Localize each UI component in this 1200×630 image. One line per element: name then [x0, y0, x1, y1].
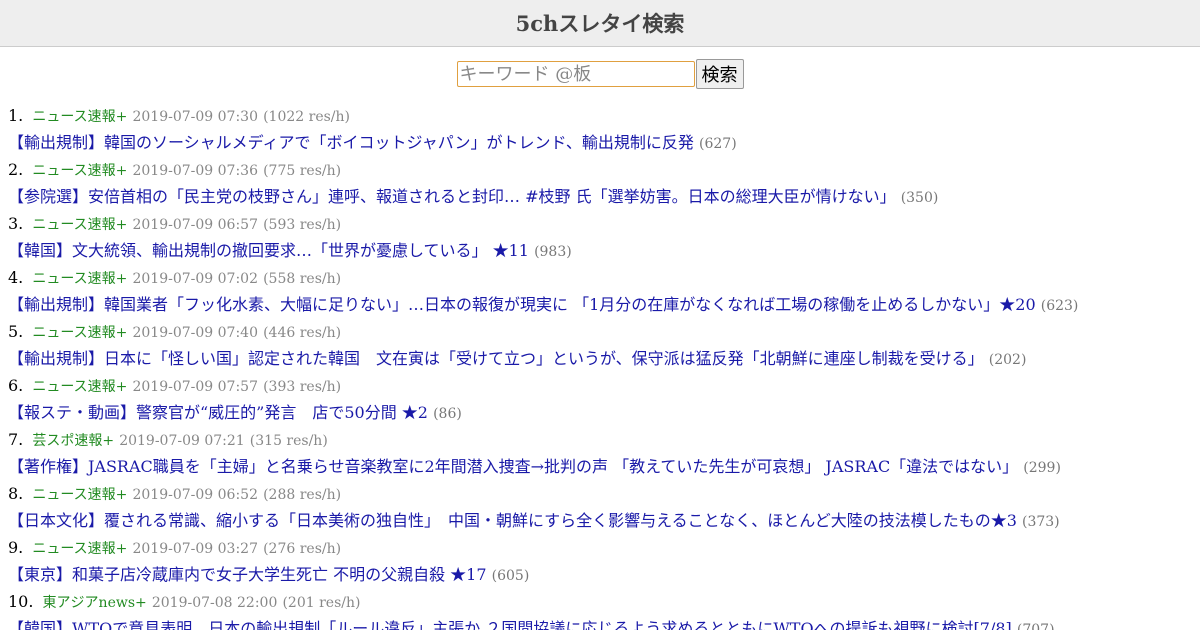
board-link[interactable]: 芸スポ速報+	[32, 433, 114, 449]
result-rank: 2.	[8, 160, 24, 179]
result-rank: 1.	[8, 106, 24, 125]
result-rank: 8.	[8, 484, 24, 503]
result-meta: 9. ニュース速報+ 2019-07-09 03:27 (276 res/h)	[8, 535, 1200, 561]
response-count: (373)	[1022, 514, 1060, 530]
result-title-line: 【報ステ・動画】警察官が“威圧的”発言 店で50分間 ★2 (86)	[8, 399, 1200, 427]
result-item: 7. 芸スポ速報+ 2019-07-09 07:21 (315 res/h) 【…	[8, 427, 1200, 481]
result-meta: 5. ニュース速報+ 2019-07-09 07:40 (446 res/h)	[8, 319, 1200, 345]
result-item: 5. ニュース速報+ 2019-07-09 07:40 (446 res/h) …	[8, 319, 1200, 373]
response-count: (707)	[1016, 622, 1055, 630]
site-title[interactable]: 5chスレタイ検索	[516, 8, 685, 38]
result-rank: 9.	[8, 538, 24, 557]
thread-title-link[interactable]: 【韓国】WTOで意見表明、日本の輸出規制「ルール違反」主張か ２国間協議に応じる…	[8, 619, 1012, 630]
search-button[interactable]: 検索	[695, 59, 744, 89]
response-count: (86)	[433, 406, 462, 422]
result-date: 2019-07-09 07:57	[132, 379, 258, 395]
board-link[interactable]: ニュース速報+	[32, 541, 127, 557]
result-title-line: 【参院選】安倍首相の「民主党の枝野さん」連呼、報道されると封印… #枝野 氏「選…	[8, 183, 1200, 211]
result-rate: (558 res/h)	[263, 271, 342, 287]
result-meta: 10. 東アジアnews+ 2019-07-08 22:00 (201 res/…	[8, 589, 1200, 615]
result-date: 2019-07-09 06:57	[132, 217, 258, 233]
result-title-line: 【著作権】JASRAC職員を「主婦」と名乗らせ音楽教室に2年間潜入捜査→批判の声…	[8, 453, 1200, 481]
result-item: 1. ニュース速報+ 2019-07-09 07:30 (1022 res/h)…	[8, 103, 1200, 157]
response-count: (202)	[988, 352, 1027, 368]
result-rank: 5.	[8, 322, 24, 341]
thread-title-link[interactable]: 【東京】和菓子店冷蔵庫内で女子大学生死亡 不明の父親自殺 ★17	[8, 565, 487, 584]
header: 5chスレタイ検索	[0, 0, 1200, 47]
result-title-line: 【輸出規制】日本に「怪しい国」認定された韓国 文在寅は「受けて立つ」というが、保…	[8, 345, 1200, 373]
response-count: (605)	[491, 568, 530, 584]
result-rate: (201 res/h)	[282, 595, 361, 611]
search-bar: 検索	[0, 59, 1200, 89]
result-rate: (393 res/h)	[263, 379, 342, 395]
result-title-line: 【韓国】WTOで意見表明、日本の輸出規制「ルール違反」主張か ２国間協議に応じる…	[8, 615, 1200, 630]
result-rate: (276 res/h)	[263, 541, 342, 557]
result-title-line: 【輸出規制】韓国のソーシャルメディアで「ボイコットジャパン」がトレンド、輸出規制…	[8, 129, 1200, 157]
thread-title-link[interactable]: 【日本文化】覆される常識、縮小する「日本美術の独自性」 中国・朝鮮にすら全く影響…	[8, 511, 1017, 530]
result-meta: 8. ニュース速報+ 2019-07-09 06:52 (288 res/h)	[8, 481, 1200, 507]
result-rank: 10.	[8, 592, 34, 611]
result-date: 2019-07-09 07:21	[119, 433, 245, 449]
board-link[interactable]: ニュース速報+	[32, 109, 127, 125]
result-meta: 2. ニュース速報+ 2019-07-09 07:36 (775 res/h)	[8, 157, 1200, 183]
result-title-line: 【輸出規制】韓国業者「フッ化水素、大幅に足りない」…日本の報復が現実に 「1月分…	[8, 291, 1200, 319]
result-date: 2019-07-09 03:27	[132, 541, 258, 557]
result-date: 2019-07-09 07:02	[132, 271, 258, 287]
result-rank: 4.	[8, 268, 24, 287]
result-rate: (288 res/h)	[263, 487, 342, 503]
response-count: (299)	[1023, 460, 1061, 476]
result-rank: 7.	[8, 430, 24, 449]
thread-title-link[interactable]: 【報ステ・動画】警察官が“威圧的”発言 店で50分間 ★2	[8, 403, 428, 422]
thread-title-link[interactable]: 【韓国】文大統領、輸出規制の撤回要求…「世界が憂慮している」 ★11	[8, 241, 529, 260]
result-meta: 6. ニュース速報+ 2019-07-09 07:57 (393 res/h)	[8, 373, 1200, 399]
response-count: (983)	[534, 244, 572, 260]
result-item: 4. ニュース速報+ 2019-07-09 07:02 (558 res/h) …	[8, 265, 1200, 319]
result-item: 8. ニュース速報+ 2019-07-09 06:52 (288 res/h) …	[8, 481, 1200, 535]
thread-title-link[interactable]: 【輸出規制】韓国業者「フッ化水素、大幅に足りない」…日本の報復が現実に 「1月分…	[8, 295, 1036, 314]
result-rate: (1022 res/h)	[263, 109, 350, 125]
thread-title-link[interactable]: 【輸出規制】韓国のソーシャルメディアで「ボイコットジャパン」がトレンド、輸出規制…	[8, 133, 694, 152]
result-meta: 3. ニュース速報+ 2019-07-09 06:57 (593 res/h)	[8, 211, 1200, 237]
result-item: 6. ニュース速報+ 2019-07-09 07:57 (393 res/h) …	[8, 373, 1200, 427]
result-date: 2019-07-09 07:30	[132, 109, 258, 125]
result-rate: (315 res/h)	[249, 433, 328, 449]
result-rate: (775 res/h)	[263, 163, 342, 179]
board-link[interactable]: ニュース速報+	[32, 325, 127, 341]
thread-title-link[interactable]: 【参院選】安倍首相の「民主党の枝野さん」連呼、報道されると封印… #枝野 氏「選…	[8, 187, 896, 206]
result-date: 2019-07-09 06:52	[132, 487, 258, 503]
result-title-line: 【日本文化】覆される常識、縮小する「日本美術の独自性」 中国・朝鮮にすら全く影響…	[8, 507, 1200, 535]
result-meta: 4. ニュース速報+ 2019-07-09 07:02 (558 res/h)	[8, 265, 1200, 291]
thread-title-link[interactable]: 【著作権】JASRAC職員を「主婦」と名乗らせ音楽教室に2年間潜入捜査→批判の声…	[8, 457, 1018, 476]
board-link[interactable]: 東アジアnews+	[43, 595, 147, 611]
response-count: (623)	[1040, 298, 1079, 314]
board-link[interactable]: ニュース速報+	[32, 163, 127, 179]
result-rate: (593 res/h)	[263, 217, 342, 233]
result-rank: 3.	[8, 214, 24, 233]
board-link[interactable]: ニュース速報+	[32, 487, 127, 503]
result-date: 2019-07-09 07:36	[132, 163, 258, 179]
result-rank: 6.	[8, 376, 24, 395]
result-date: 2019-07-09 07:40	[132, 325, 258, 341]
results-list: 1. ニュース速報+ 2019-07-09 07:30 (1022 res/h)…	[0, 103, 1200, 630]
response-count: (350)	[900, 190, 939, 206]
result-meta: 7. 芸スポ速報+ 2019-07-09 07:21 (315 res/h)	[8, 427, 1200, 453]
response-count: (627)	[699, 136, 737, 152]
result-title-line: 【韓国】文大統領、輸出規制の撤回要求…「世界が憂慮している」 ★11 (983)	[8, 237, 1200, 265]
result-title-line: 【東京】和菓子店冷蔵庫内で女子大学生死亡 不明の父親自殺 ★17 (605)	[8, 561, 1200, 589]
board-link[interactable]: ニュース速報+	[32, 379, 127, 395]
board-link[interactable]: ニュース速報+	[32, 271, 127, 287]
result-item: 2. ニュース速報+ 2019-07-09 07:36 (775 res/h) …	[8, 157, 1200, 211]
result-rate: (446 res/h)	[263, 325, 342, 341]
result-date: 2019-07-08 22:00	[151, 595, 278, 611]
result-item: 3. ニュース速報+ 2019-07-09 06:57 (593 res/h) …	[8, 211, 1200, 265]
result-item: 10. 東アジアnews+ 2019-07-08 22:00 (201 res/…	[8, 589, 1200, 630]
thread-title-link[interactable]: 【輸出規制】日本に「怪しい国」認定された韓国 文在寅は「受けて立つ」というが、保…	[8, 349, 984, 368]
result-item: 9. ニュース速報+ 2019-07-09 03:27 (276 res/h) …	[8, 535, 1200, 589]
board-link[interactable]: ニュース速報+	[32, 217, 127, 233]
result-meta: 1. ニュース速報+ 2019-07-09 07:30 (1022 res/h)	[8, 103, 1200, 129]
search-input[interactable]	[456, 61, 695, 87]
